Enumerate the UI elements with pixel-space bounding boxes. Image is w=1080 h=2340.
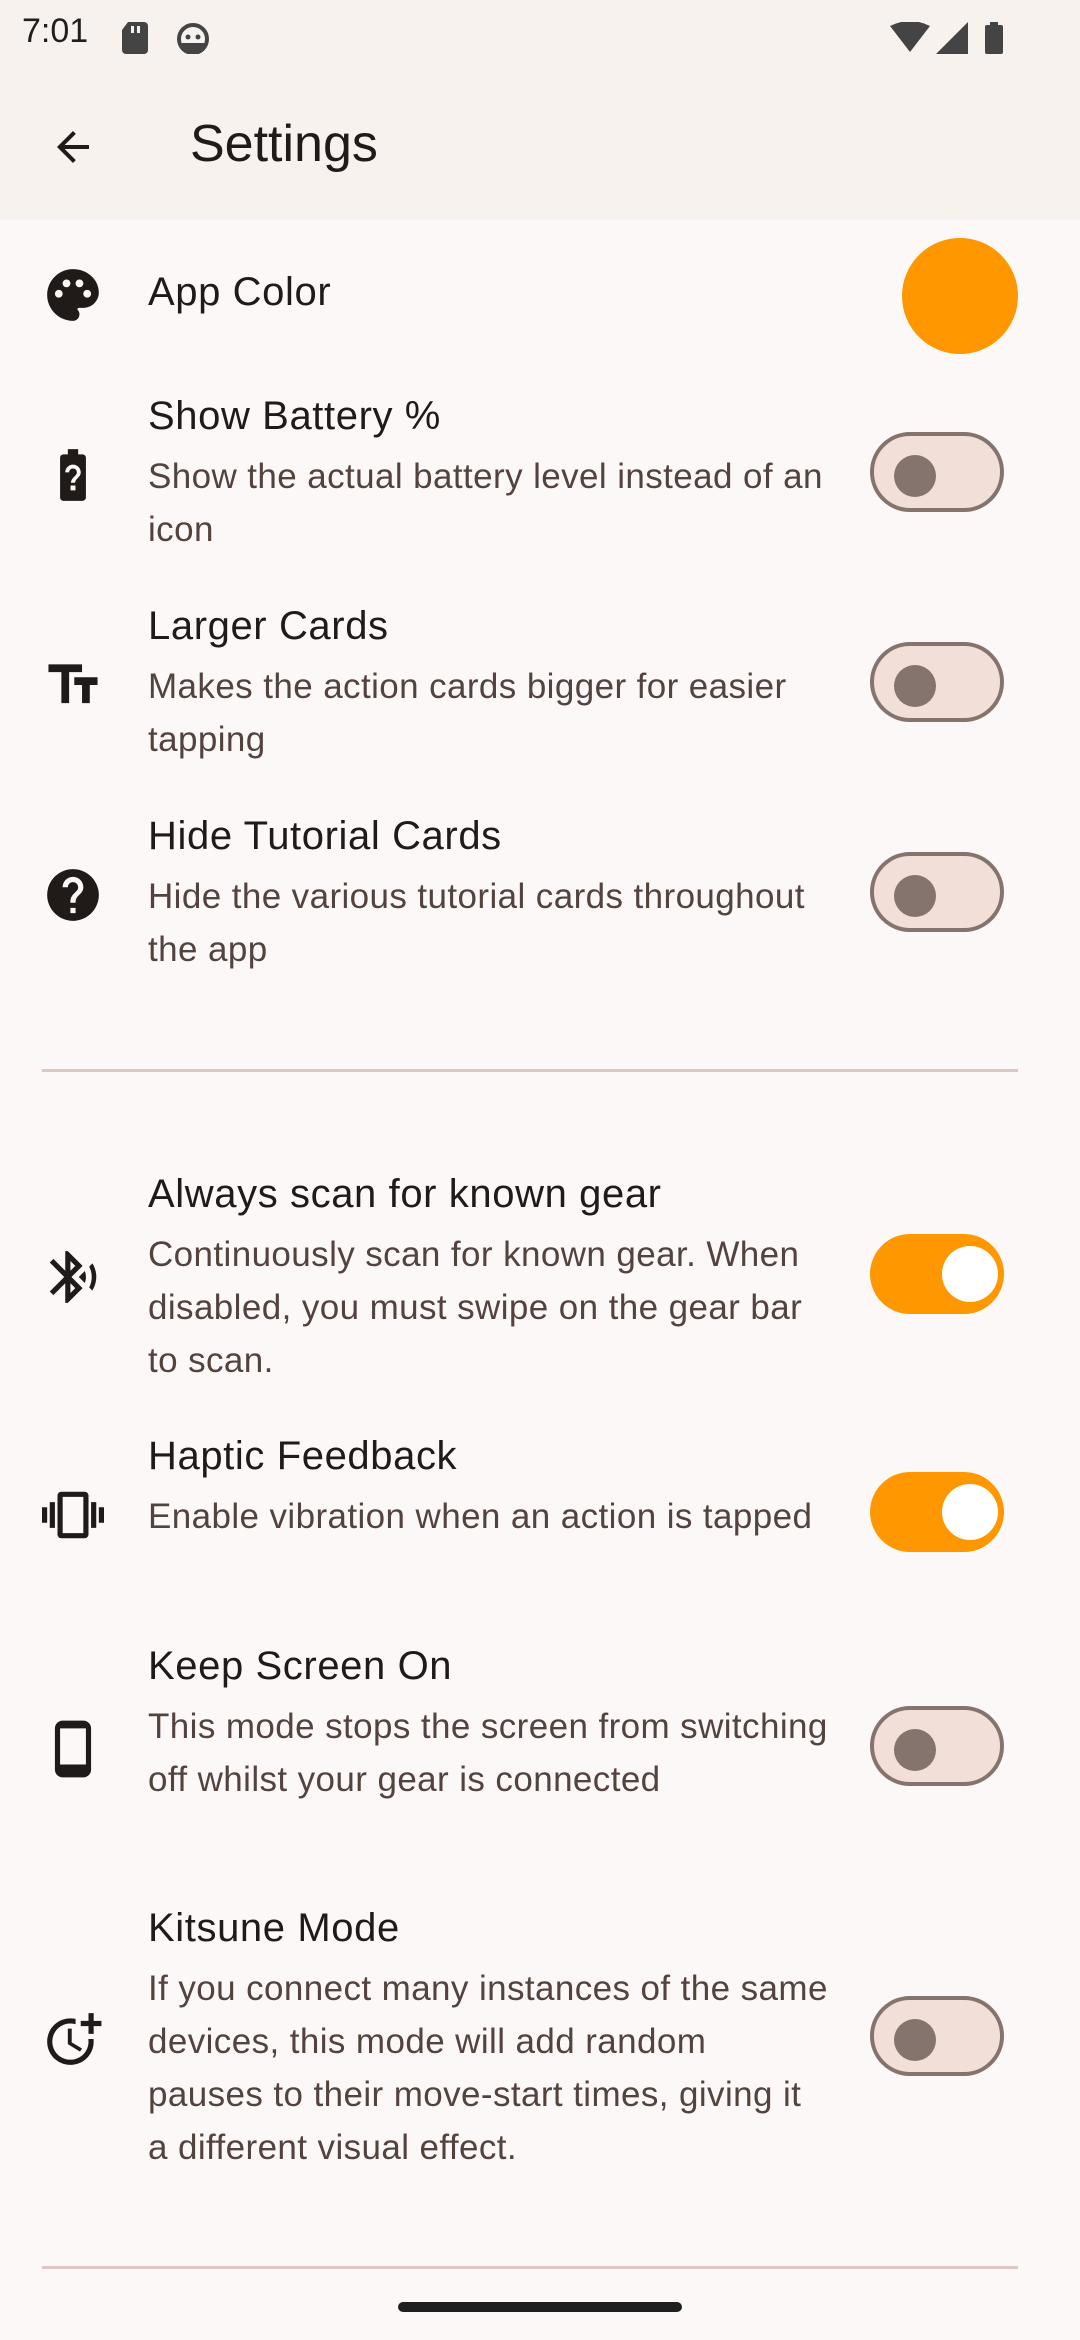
section-divider: [42, 2266, 1018, 2269]
text-fields-icon: [48, 664, 98, 704]
battery-unknown-icon: [60, 449, 86, 501]
palette-icon: [47, 269, 99, 321]
back-button[interactable]: [36, 116, 110, 178]
switch-thumb: [894, 665, 936, 707]
show-battery-switch[interactable]: [870, 432, 1004, 512]
setting-title: Always scan for known gear: [148, 1172, 662, 1216]
switch-thumb: [942, 1246, 998, 1302]
phone-android-icon: [54, 1720, 92, 1778]
setting-hide-tutorial[interactable]: Hide Tutorial Cards Hide the various tut…: [0, 800, 1080, 990]
android-head-icon: [177, 23, 209, 54]
setting-always-scan[interactable]: Always scan for known gear Continuously …: [0, 1158, 1080, 1400]
larger-cards-switch[interactable]: [870, 642, 1004, 722]
setting-subtitle: Continuously scan for known gear. When d…: [148, 1235, 803, 1380]
setting-title: Kitsune Mode: [148, 1906, 400, 1950]
setting-larger-cards[interactable]: Larger Cards Makes the action cards bigg…: [0, 590, 1080, 780]
hide-tutorial-switch[interactable]: [870, 852, 1004, 932]
section-divider: [42, 1069, 1018, 1072]
setting-subtitle: This mode stops the screen from switchin…: [148, 1707, 828, 1799]
arrow-back-icon: [57, 131, 89, 163]
setting-subtitle: If you connect many instances of the sam…: [148, 1969, 828, 2167]
always-scan-switch[interactable]: [870, 1234, 1004, 1314]
keep-screen-on-switch[interactable]: [870, 1706, 1004, 1786]
more-time-icon: [47, 2013, 102, 2065]
setting-title: Hide Tutorial Cards: [148, 814, 502, 858]
haptic-feedback-switch[interactable]: [870, 1472, 1004, 1552]
switch-thumb: [894, 455, 936, 497]
bluetooth-searching-icon: [49, 1251, 97, 1303]
kitsune-mode-switch[interactable]: [870, 1996, 1004, 2076]
help-icon: [47, 869, 99, 921]
setting-title: Larger Cards: [148, 604, 389, 648]
setting-kitsune-mode[interactable]: Kitsune Mode If you connect many instanc…: [0, 1892, 1080, 2188]
switch-thumb: [942, 1484, 998, 1540]
setting-subtitle: Hide the various tutorial cards througho…: [148, 877, 805, 969]
battery-icon: [985, 22, 1003, 54]
setting-title: App Color: [148, 270, 332, 314]
setting-keep-screen-on[interactable]: Keep Screen On This mode stops the scree…: [0, 1630, 1080, 1872]
switch-thumb: [894, 1729, 936, 1771]
switch-thumb: [894, 2019, 936, 2061]
vibration-icon: [42, 1491, 104, 1539]
app-color-swatch[interactable]: [902, 238, 1018, 354]
setting-subtitle: Enable vibration when an action is tappe…: [148, 1497, 813, 1536]
sd-card-icon: [122, 22, 148, 54]
setting-title: Keep Screen On: [148, 1644, 453, 1688]
setting-subtitle: Show the actual battery level instead of…: [148, 457, 823, 549]
setting-show-battery[interactable]: Show Battery % Show the actual battery l…: [0, 380, 1080, 570]
page-title: Settings: [190, 115, 378, 173]
cell-signal-icon: [936, 22, 968, 54]
setting-title: Show Battery %: [148, 394, 441, 438]
setting-subtitle: Makes the action cards bigger for easier…: [148, 667, 787, 759]
home-indicator[interactable]: [398, 2302, 682, 2312]
setting-title: Haptic Feedback: [148, 1434, 458, 1478]
status-time: 7:01: [22, 12, 89, 50]
app-bar: Settings: [0, 74, 1080, 220]
setting-haptic-feedback[interactable]: Haptic Feedback Enable vibration when an…: [0, 1420, 1080, 1610]
status-bar: 7:01: [0, 0, 1080, 74]
switch-thumb: [894, 875, 936, 917]
wifi-icon: [890, 22, 930, 52]
